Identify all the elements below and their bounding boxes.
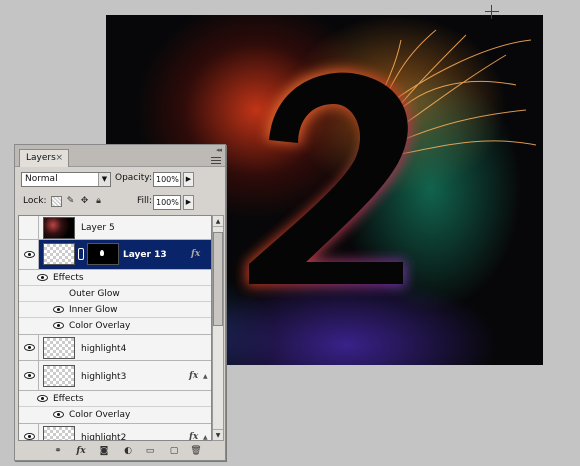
blend-row: Normal ▼ Opacity: 100% ▶ bbox=[19, 172, 223, 190]
layer-name: Layer 5 bbox=[81, 223, 115, 233]
tab-label: Layers bbox=[26, 153, 56, 163]
collapse-effects-icon[interactable]: ▲ bbox=[203, 434, 208, 440]
layer-mask-thumbnail[interactable] bbox=[87, 243, 119, 265]
eye-icon[interactable] bbox=[37, 274, 48, 281]
lock-position-move-icon[interactable]: ✥ bbox=[79, 196, 90, 207]
effect-name: Color Overlay bbox=[69, 410, 131, 420]
scroll-down-icon[interactable]: ▼ bbox=[213, 429, 223, 440]
scrollbar-thumb[interactable] bbox=[213, 232, 223, 326]
opacity-input[interactable]: 100% bbox=[153, 172, 181, 187]
eye-icon[interactable] bbox=[53, 322, 64, 329]
fx-icon[interactable]: fx bbox=[191, 249, 200, 259]
effects-label: Effects bbox=[53, 273, 84, 283]
layer-row-highlight2[interactable]: highlight2 fx ▲ bbox=[19, 424, 211, 441]
panel-tab-bar: Layers × ◂◂ bbox=[15, 145, 225, 167]
layer-thumbnail bbox=[43, 337, 75, 359]
visibility-toggle[interactable] bbox=[19, 335, 39, 360]
lock-transparency-icon[interactable] bbox=[51, 196, 62, 207]
layer-row-highlight4[interactable]: highlight4 bbox=[19, 335, 211, 361]
eye-icon bbox=[24, 433, 35, 440]
effect-name: Outer Glow bbox=[69, 289, 120, 299]
visibility-toggle[interactable] bbox=[19, 361, 39, 390]
fill-slider-button[interactable]: ▶ bbox=[183, 195, 194, 210]
lock-label: Lock: bbox=[23, 196, 47, 206]
collapse-icon[interactable]: ◂◂ bbox=[216, 146, 222, 154]
layer-thumbnail bbox=[43, 217, 75, 239]
effect-row-outer-glow[interactable]: Outer Glow bbox=[19, 286, 211, 302]
adjustment-layer-icon[interactable]: ◐ bbox=[121, 445, 135, 457]
close-icon[interactable]: × bbox=[55, 150, 63, 166]
layer-style-fx-icon[interactable]: fx bbox=[73, 445, 89, 457]
lock-row: Lock: ✎ ✥ 🔒︎ Fill: 100% ▶ bbox=[19, 195, 223, 213]
eye-icon bbox=[24, 372, 35, 379]
tab-layers[interactable]: Layers × bbox=[19, 149, 69, 167]
eye-icon[interactable] bbox=[53, 306, 64, 313]
visibility-toggle[interactable] bbox=[19, 216, 39, 239]
effects-row[interactable]: Effects bbox=[19, 270, 211, 286]
crosshair-cursor-icon bbox=[485, 5, 499, 19]
effect-name: Color Overlay bbox=[69, 321, 131, 331]
fx-icon[interactable]: fx bbox=[189, 432, 198, 440]
mask-link-icon[interactable] bbox=[78, 248, 84, 260]
panel-menu-icon[interactable] bbox=[211, 157, 221, 165]
layer-row-highlight3[interactable]: highlight3 fx ▲ bbox=[19, 361, 211, 391]
opacity-slider-button[interactable]: ▶ bbox=[183, 172, 194, 187]
effects-row[interactable]: Effects bbox=[19, 391, 211, 407]
fill-input[interactable]: 100% bbox=[153, 195, 181, 210]
new-group-folder-icon[interactable]: ▭ bbox=[143, 445, 157, 457]
layer-name: highlight2 bbox=[81, 433, 127, 441]
layer-row-layer-13[interactable]: Layer 13 fx bbox=[19, 240, 211, 270]
lock-all-padlock-icon[interactable]: 🔒︎ bbox=[93, 196, 104, 207]
effect-name: Inner Glow bbox=[69, 305, 118, 315]
delete-layer-trash-icon[interactable]: 🗑 bbox=[189, 445, 203, 457]
layers-panel: Layers × ◂◂ Normal ▼ Opacity: 100% ▶ Loc… bbox=[14, 144, 226, 461]
effects-label: Effects bbox=[53, 394, 84, 404]
layer-name: Layer 13 bbox=[123, 250, 167, 260]
visibility-toggle[interactable] bbox=[19, 424, 39, 440]
new-layer-icon[interactable]: ▢ bbox=[167, 445, 181, 457]
layer-list: Layer 5 Layer 13 fx Effects Outer Glow I… bbox=[18, 215, 212, 441]
layer-thumbnail bbox=[43, 243, 75, 265]
collapse-effects-icon[interactable]: ▲ bbox=[203, 373, 208, 380]
layer-thumbnail bbox=[43, 365, 75, 387]
layer-list-scrollbar[interactable]: ▲ ▼ bbox=[212, 215, 224, 441]
layer-name: highlight4 bbox=[81, 344, 127, 354]
fx-icon[interactable]: fx bbox=[189, 371, 198, 381]
layer-name: highlight3 bbox=[81, 372, 127, 382]
add-mask-icon[interactable]: ◙ bbox=[97, 445, 111, 457]
layer-row-layer-5[interactable]: Layer 5 bbox=[19, 216, 211, 240]
eye-icon bbox=[24, 344, 35, 351]
opacity-label: Opacity: bbox=[115, 173, 152, 183]
eye-icon[interactable] bbox=[53, 411, 64, 418]
effect-row-color-overlay[interactable]: Color Overlay bbox=[19, 407, 211, 424]
chevron-down-icon[interactable]: ▼ bbox=[98, 173, 110, 186]
effect-row-color-overlay[interactable]: Color Overlay bbox=[19, 318, 211, 335]
blend-mode-select[interactable]: Normal ▼ bbox=[21, 172, 111, 187]
lock-paint-brush-icon[interactable]: ✎ bbox=[65, 196, 76, 207]
link-layers-icon[interactable]: ⚭ bbox=[51, 445, 65, 457]
visibility-toggle[interactable] bbox=[19, 240, 39, 269]
eye-icon bbox=[24, 251, 35, 258]
effect-row-inner-glow[interactable]: Inner Glow bbox=[19, 302, 211, 318]
scroll-up-icon[interactable]: ▲ bbox=[213, 216, 223, 227]
blend-mode-value: Normal bbox=[25, 174, 58, 184]
fill-label: Fill: bbox=[137, 196, 153, 206]
layers-bottom-toolbar: ⚭ fx ◙ ◐ ▭ ▢ 🗑 bbox=[15, 443, 225, 460]
eye-icon[interactable] bbox=[37, 395, 48, 402]
layer-thumbnail bbox=[43, 426, 75, 440]
